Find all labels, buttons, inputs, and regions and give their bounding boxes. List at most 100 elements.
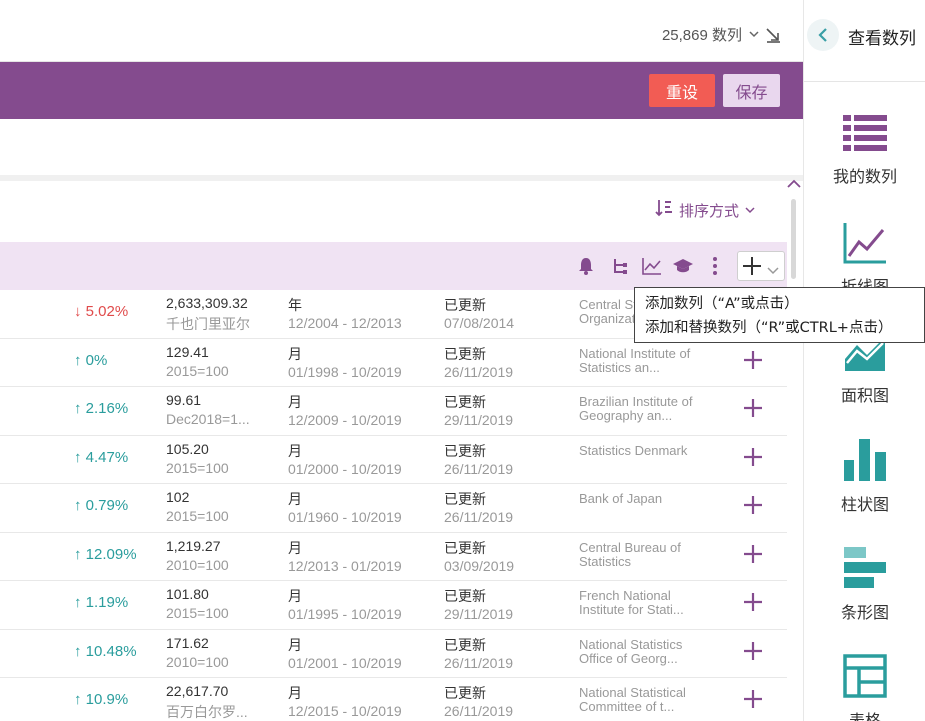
status: 已更新 — [444, 589, 486, 605]
panel-header: 查看数列 — [804, 0, 925, 82]
status: 已更新 — [444, 346, 486, 363]
frequency: 月 — [288, 492, 302, 508]
sort-label: 排序方式 — [678, 201, 739, 220]
search-bar[interactable]: 25,869 数列 — [0, 0, 803, 62]
latest-value: 101.80 — [166, 586, 209, 602]
table-icon — [843, 654, 887, 702]
sort-icon — [655, 198, 673, 222]
add-series-menu-button[interactable] — [737, 251, 785, 281]
add-series-icon[interactable] — [741, 349, 765, 373]
add-series-icon[interactable] — [741, 543, 765, 567]
view-column-chart[interactable]: 柱状图 — [804, 438, 925, 515]
sort-dropdown[interactable]: 排序方式 — [655, 198, 755, 222]
table-row[interactable]: ↑ 10.48% 171.62 2010=100 月 01/2001 - 10/2019… — [0, 629, 787, 678]
add-series-icon[interactable] — [741, 494, 765, 518]
latest-value: 2,633,309.32 — [166, 295, 248, 311]
latest-value: 129.41 — [166, 343, 209, 360]
latest-value: 102 — [166, 489, 190, 505]
panel-item-label: 面积图 — [840, 386, 889, 405]
table-row[interactable]: ↑ 1.19% 101.80 2015=100 月 01/1995 - 10/2019 已… — [0, 581, 787, 630]
expand-icon[interactable] — [765, 27, 781, 43]
add-series-icon[interactable] — [741, 640, 765, 664]
series-table: 排序方式 ↓ 5.02% 2,633,309.32 千也门里亚尔 年 12/20… — [0, 178, 803, 721]
graduation-cap-icon[interactable] — [672, 254, 694, 278]
source: French National Institute for Stati... — [579, 588, 684, 617]
date-range: 01/1995 - 10/2019 — [288, 606, 402, 622]
updated-date: 26/11/2019 — [444, 703, 514, 719]
scroll-up-icon[interactable] — [786, 178, 802, 194]
change-percent: ↑ 1.19% — [74, 594, 129, 611]
chevron-down-icon — [749, 29, 759, 41]
table-row[interactable]: ↑ 2.16% 99.61 Dec2018=1... 月 12/2009 - 10/20… — [0, 387, 787, 436]
date-range: 12/2015 - 10/2019 — [288, 703, 402, 719]
latest-value: 1,219.27 — [166, 537, 221, 554]
panel-title: 查看数列 — [848, 29, 916, 49]
updated-date: 29/11/2019 — [444, 412, 514, 428]
updated-date: 03/09/2019 — [444, 557, 515, 574]
save-button[interactable]: 保存 — [723, 74, 780, 107]
line-chart-icon[interactable] — [641, 254, 663, 278]
unit: 千也门里亚尔 — [166, 316, 250, 332]
table-row[interactable]: ↑ 10.9% 22,617.70 百万白尔罗... 月 12/2015 - 10/20… — [0, 678, 787, 721]
bar-chart-icon — [843, 547, 887, 594]
change-percent: ↑ 0.79% — [74, 497, 129, 514]
sort-bar: 排序方式 — [0, 181, 787, 242]
table-row[interactable]: ↑ 0% 129.41 2015=100 月 01/1998 - 10/2019 已更新 2… — [0, 338, 787, 387]
table-row[interactable]: ↑ 4.47% 105.20 2015=100 月 01/2000 - 10/2019 已… — [0, 435, 787, 484]
updated-date: 07/08/2014 — [444, 315, 515, 331]
unit: 2015=100 — [166, 362, 229, 379]
unit: Dec2018=1... — [166, 411, 250, 427]
view-my-series[interactable]: 我的数列 — [804, 114, 925, 187]
app-window: 25,869 数列 重设 保存 排序方式 ↓ 5.02% 2,633,309.3… — [0, 0, 925, 721]
view-bar-chart[interactable]: 条形图 — [804, 546, 925, 623]
table-row[interactable]: ↑ 0.79% 102 2015=100 月 01/1960 - 10/2019 已更新 2… — [0, 484, 787, 533]
frequency: 月 — [288, 346, 302, 363]
chevron-down-icon — [767, 262, 779, 280]
chevron-down-icon — [745, 204, 755, 217]
tooltip-line-add: 添加数列（“A”或点击） — [645, 296, 799, 312]
updated-date: 26/11/2019 — [444, 363, 514, 380]
view-table[interactable]: 表格 — [804, 654, 925, 721]
updated-date: 26/11/2019 — [444, 654, 514, 671]
bell-icon[interactable] — [576, 254, 596, 278]
add-series-icon[interactable] — [741, 397, 765, 421]
add-series-icon[interactable] — [741, 446, 765, 470]
tooltip-line-replace: 添加和替换数列（“R”或CTRL+点击） — [645, 320, 893, 336]
panel-item-label: 柱状图 — [840, 495, 889, 514]
table-row[interactable]: ↑ 12.09% 1,219.27 2010=100 月 12/2013 - 01/20… — [0, 532, 787, 581]
change-percent: ↑ 10.48% — [74, 642, 137, 660]
change-percent: ↑ 0% — [74, 351, 108, 369]
scrollbar[interactable] — [788, 199, 798, 719]
status: 已更新 — [444, 298, 486, 314]
latest-value: 171.62 — [166, 634, 209, 651]
unit: 2015=100 — [166, 459, 229, 476]
unit: 百万白尔罗... — [166, 704, 248, 720]
status: 已更新 — [444, 395, 486, 411]
add-series-icon[interactable] — [741, 591, 765, 615]
frequency: 月 — [288, 443, 302, 460]
chevron-left-icon[interactable] — [807, 19, 839, 51]
source: Brazilian Institute of Geography an... — [579, 394, 693, 423]
list-icon — [843, 115, 887, 158]
updated-date: 26/11/2019 — [444, 509, 514, 525]
status: 已更新 — [444, 492, 486, 508]
source: National Institute of Statistics an... — [579, 345, 691, 375]
latest-value: 99.61 — [166, 392, 202, 408]
scrollbar-thumb[interactable] — [791, 199, 796, 279]
date-range: 01/2000 - 10/2019 — [288, 460, 402, 477]
frequency: 年 — [288, 298, 302, 314]
date-range: 12/2004 - 12/2013 — [288, 315, 402, 331]
view-line-chart[interactable]: 折线图 — [804, 222, 925, 297]
add-series-icon[interactable] — [741, 688, 765, 712]
more-vertical-icon[interactable] — [706, 254, 724, 278]
source: National Statistics Office of Georg... — [579, 636, 683, 666]
table-header-row — [0, 242, 787, 290]
frequency: 月 — [288, 589, 302, 605]
date-range: 01/2001 - 10/2019 — [288, 654, 402, 671]
unit: 2015=100 — [166, 508, 229, 524]
source: Bank of Japan — [579, 491, 663, 506]
reset-button[interactable]: 重设 — [649, 74, 715, 107]
change-percent: ↑ 10.9% — [74, 691, 129, 708]
series-count-dropdown[interactable]: 25,869 数列 — [662, 24, 781, 45]
hierarchy-icon[interactable] — [610, 254, 630, 278]
